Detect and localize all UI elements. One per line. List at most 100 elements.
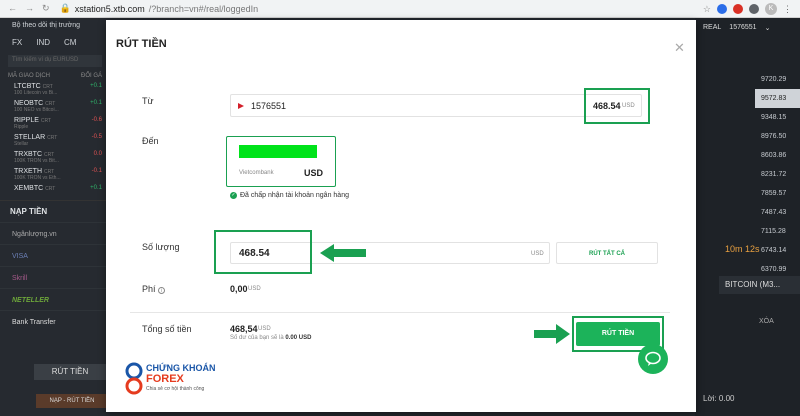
reload-icon[interactable]: ↻ <box>42 3 50 14</box>
from-account-select[interactable]: 1576551 468.54 USD <box>230 94 642 117</box>
chart-price-panel: REAL 1576551 ⌄ 9720.29 9572.83 9348.15 8976… <box>695 18 800 416</box>
price-tick: 8976.50 <box>761 133 787 140</box>
column-change: ĐỔI GÁ <box>80 73 102 79</box>
instrument-name-block: TRXBTC CRT 100K TRON vs Bit... <box>14 151 59 164</box>
logo-line-3: Chia sẻ cơ hội thành công <box>146 386 205 392</box>
instrument-name: STELLAR <box>14 134 46 141</box>
candle-timer: 10m 12s <box>725 244 760 254</box>
avatar[interactable]: K <box>765 2 777 15</box>
browser-toolbar: ← → ↻ 🔒 xstation5.xtb.com/?branch=vn#/re… <box>0 0 800 18</box>
tab-ind[interactable]: IND <box>36 38 50 47</box>
payment-method-bank-transfer[interactable]: Bank Transfer <box>0 310 110 332</box>
remaining-balance-note: Số dư của bạn sẽ là 0.00 USD <box>230 335 311 341</box>
instrument-description: 100 Litecoin vs Bi... <box>14 90 58 96</box>
instrument-name-block: NEOBTC CRT 100 NEO vs Bitcoi... <box>14 100 59 113</box>
payment-method-visa[interactable]: VISA <box>0 244 110 266</box>
chat-bubble-icon <box>645 351 661 366</box>
extension-icon[interactable] <box>733 3 743 14</box>
instrument-description: Stellar <box>14 141 29 147</box>
instrument-change: -0.6 <box>91 117 102 123</box>
deposit-withdraw-button[interactable]: NẠP - RÚT TIỀN <box>36 394 108 408</box>
payment-method-skrill[interactable]: Skrill <box>0 266 110 288</box>
price-tick: 9720.29 <box>761 76 787 83</box>
chat-button[interactable] <box>638 344 668 374</box>
url-path: /?branch=vn#/real/loggedIn <box>148 3 259 14</box>
list-item[interactable]: NEOBTC CRT 100 NEO vs Bitcoi... +0.1 <box>0 98 110 115</box>
delete-column-header: XÓA <box>759 318 774 325</box>
asset-tabs: FX IND CM <box>0 34 110 51</box>
check-icon: ✓ <box>230 192 237 199</box>
logo-emblem-icon <box>125 362 143 395</box>
fee-value: 0,00 <box>230 284 248 294</box>
fee-currency: USD <box>248 286 261 292</box>
instrument-tag: CRT <box>45 186 56 192</box>
extension-icon[interactable] <box>749 3 759 14</box>
price-tick: 7487.43 <box>761 209 787 216</box>
sidebar-withdraw-button[interactable]: RÚT TIỀN <box>34 364 106 380</box>
price-tick: 7859.57 <box>761 190 787 197</box>
watermark-logo: CHỨNG KHOÁN FOREX Chia sẻ cơ hội thành c… <box>124 361 224 401</box>
list-item[interactable]: RIPPLE CRT Ripple -0.6 <box>0 115 110 132</box>
price-tick: 8603.86 <box>761 152 787 159</box>
balance-value: 0.00 USD <box>285 335 312 341</box>
star-icon[interactable]: ☆ <box>703 4 711 14</box>
url-domain: xstation5.xtb.com <box>74 3 145 14</box>
fee-label-text: Phí <box>142 284 156 294</box>
close-icon[interactable]: ✕ <box>674 40 685 56</box>
instrument-tag: CRT <box>47 135 58 141</box>
logo-line-1: CHỨNG KHOÁN <box>146 363 216 373</box>
bank-currency: USD <box>304 168 324 178</box>
menu-icon[interactable]: ⋮ <box>783 4 792 14</box>
list-item[interactable]: LTCBTC CRT 100 Litecoin vs Bi... +0.1 <box>0 81 110 98</box>
address-bar[interactable]: 🔒 xstation5.xtb.com/?branch=vn#/real/log… <box>60 3 259 14</box>
tab-cm[interactable]: CM <box>64 38 76 47</box>
instrument-description: Ripple <box>14 124 29 130</box>
market-watch-panel: Bộ theo dõi thị trường FX IND CM Tìm kiế… <box>0 18 110 416</box>
column-headers: MÃ GIAO DỊCH ĐỔI GÁ <box>0 71 110 81</box>
profit-readout: Lời: 0.00 <box>703 394 735 403</box>
withdraw-all-button[interactable]: RÚT TẤT CẢ <box>556 242 658 264</box>
bank-account-redacted <box>239 145 317 158</box>
instrument-name-block: XEMBTC CRT <box>14 185 55 198</box>
list-item[interactable]: XEMBTC CRT +0.1 <box>0 183 110 200</box>
instrument-tag: CRT <box>40 118 52 124</box>
list-item[interactable]: TRXBTC CRT 100K TRON vs Bit... 0.0 <box>0 149 110 166</box>
highlight-box <box>214 230 312 274</box>
bank-accepted-note: ✓ Đã chấp nhận tài khoản ngân hàng <box>230 191 350 201</box>
instrument-name: XEMBTC <box>14 185 44 192</box>
back-icon[interactable]: ← <box>8 3 17 14</box>
dialog-title: RÚT TIỀN <box>116 38 167 50</box>
from-account-number: 1576551 <box>251 101 287 111</box>
instrument-name: RIPPLE <box>14 117 39 124</box>
info-icon[interactable]: i <box>158 287 166 294</box>
bank-account-card[interactable]: Vietcombank USD <box>226 136 336 187</box>
payment-method-neteller[interactable]: NETELLER <box>0 288 110 310</box>
submit-withdraw-button[interactable]: RÚT TIỀN <box>576 322 660 346</box>
list-item[interactable]: TRXETH CRT 100K TRON vs Eth... -0.1 <box>0 166 110 183</box>
chevron-down-icon: ⌄ <box>764 25 771 32</box>
market-watch-title: Bộ theo dõi thị trường <box>12 22 81 29</box>
list-item[interactable]: STELLAR CRT Stellar -0.5 <box>0 132 110 149</box>
fee-label: Phí i <box>142 284 166 294</box>
divider <box>130 312 670 313</box>
instrument-name: TRXBTC <box>14 151 42 158</box>
withdraw-dialog: RÚT TIỀN ✕ Từ 1576551 468.54 USD Đến Vie… <box>106 20 696 412</box>
instrument-description: 100 NEO vs Bitcoi... <box>14 107 59 113</box>
total-currency: USD <box>258 326 271 332</box>
instrument-change: 0.0 <box>93 151 102 157</box>
arrow-right-icon <box>534 324 570 344</box>
extension-icon[interactable] <box>717 3 727 14</box>
instrument-search-input[interactable]: Tìm kiếm ví dụ EURUSD <box>8 55 102 67</box>
quantity-label: Số lượng <box>142 242 180 252</box>
tab-fx[interactable]: FX <box>12 38 22 47</box>
instrument-change: +0.1 <box>90 83 102 89</box>
quantity-currency: USD <box>531 251 544 257</box>
forward-icon[interactable]: → <box>25 3 34 14</box>
payment-method-nganluong[interactable]: Ngânlượng.vn <box>0 222 110 244</box>
tab-bitcoin[interactable]: BITCOIN (M3... <box>719 276 800 294</box>
bank-name: Vietcombank <box>239 170 274 176</box>
account-selector[interactable]: REAL 1576551 ⌄ <box>695 18 800 38</box>
price-tick: 8231.72 <box>761 171 787 178</box>
to-label: Đến <box>142 136 159 146</box>
bank-accepted-text: Đã chấp nhận tài khoản ngân hàng <box>240 192 349 199</box>
